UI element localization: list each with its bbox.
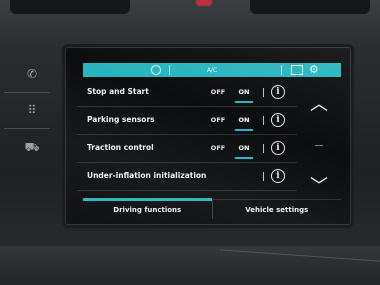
grid-icon[interactable] [291, 65, 303, 75]
bezel-divider [4, 128, 50, 129]
screen-topbar: A/C ⚙ [83, 63, 341, 77]
row-divider [263, 88, 264, 97]
row-label: Traction control [87, 143, 154, 152]
topbar-title[interactable]: A/C [207, 67, 217, 74]
tab-vehicle-settings[interactable]: Vehicle settings [211, 200, 342, 219]
phone-icon[interactable]: ✆ [18, 62, 46, 86]
row-label: Under-inflation initialization [87, 171, 207, 180]
row-label: Stop and Start [87, 87, 149, 96]
row-divider [263, 116, 264, 125]
hazard-button[interactable] [196, 0, 212, 6]
info-icon[interactable]: i [271, 113, 285, 127]
info-icon[interactable]: i [271, 85, 285, 99]
info-icon[interactable]: i [271, 141, 285, 155]
toggle-off[interactable]: OFF [205, 144, 231, 156]
scroll-down-icon[interactable]: ﹀ [305, 178, 333, 196]
list-item: Stop and Start OFF ON i [77, 79, 297, 107]
tab-driving-functions[interactable]: Driving functions [83, 198, 212, 219]
list-item: Parking sensors OFF ON i [77, 107, 297, 135]
parking-sensors-toggle[interactable]: OFF ON [205, 116, 257, 131]
settings-list: Stop and Start OFF ON i Parking sensors … [77, 79, 297, 191]
toggle-on[interactable]: ON [231, 88, 257, 103]
bezel-divider [4, 92, 50, 93]
toggle-off[interactable]: OFF [205, 116, 231, 128]
topbar-divider [281, 65, 282, 75]
dashboard-vent-right [250, 0, 370, 14]
car-icon[interactable]: ⛟ [18, 136, 46, 160]
topbar-divider [169, 65, 170, 75]
dashboard-vent-left [10, 0, 130, 14]
list-item: Under-inflation initialization i [77, 163, 297, 191]
scroll-up-icon[interactable]: ︿ [305, 96, 333, 114]
row-divider [263, 144, 264, 153]
dashboard-lower-panel [0, 246, 380, 285]
toggle-off[interactable]: OFF [205, 88, 231, 100]
row-divider [263, 172, 264, 181]
row-label: Parking sensors [87, 115, 155, 124]
audio-icon[interactable]: ⠿ [18, 98, 46, 122]
gear-icon[interactable]: ⚙ [309, 64, 319, 76]
traction-control-toggle[interactable]: OFF ON [205, 144, 257, 159]
toggle-on[interactable]: ON [231, 144, 257, 159]
info-icon[interactable]: i [271, 169, 285, 183]
infotainment-screen: A/C ⚙ Stop and Start OFF ON i Parking se… [62, 44, 354, 228]
scroll-divider [315, 145, 323, 146]
bottom-tabs: Driving functions Vehicle settings [83, 198, 342, 219]
fan-icon[interactable] [151, 65, 161, 75]
toggle-on[interactable]: ON [231, 116, 257, 131]
stop-start-toggle[interactable]: OFF ON [205, 88, 257, 103]
list-item: Traction control OFF ON i [77, 135, 297, 163]
